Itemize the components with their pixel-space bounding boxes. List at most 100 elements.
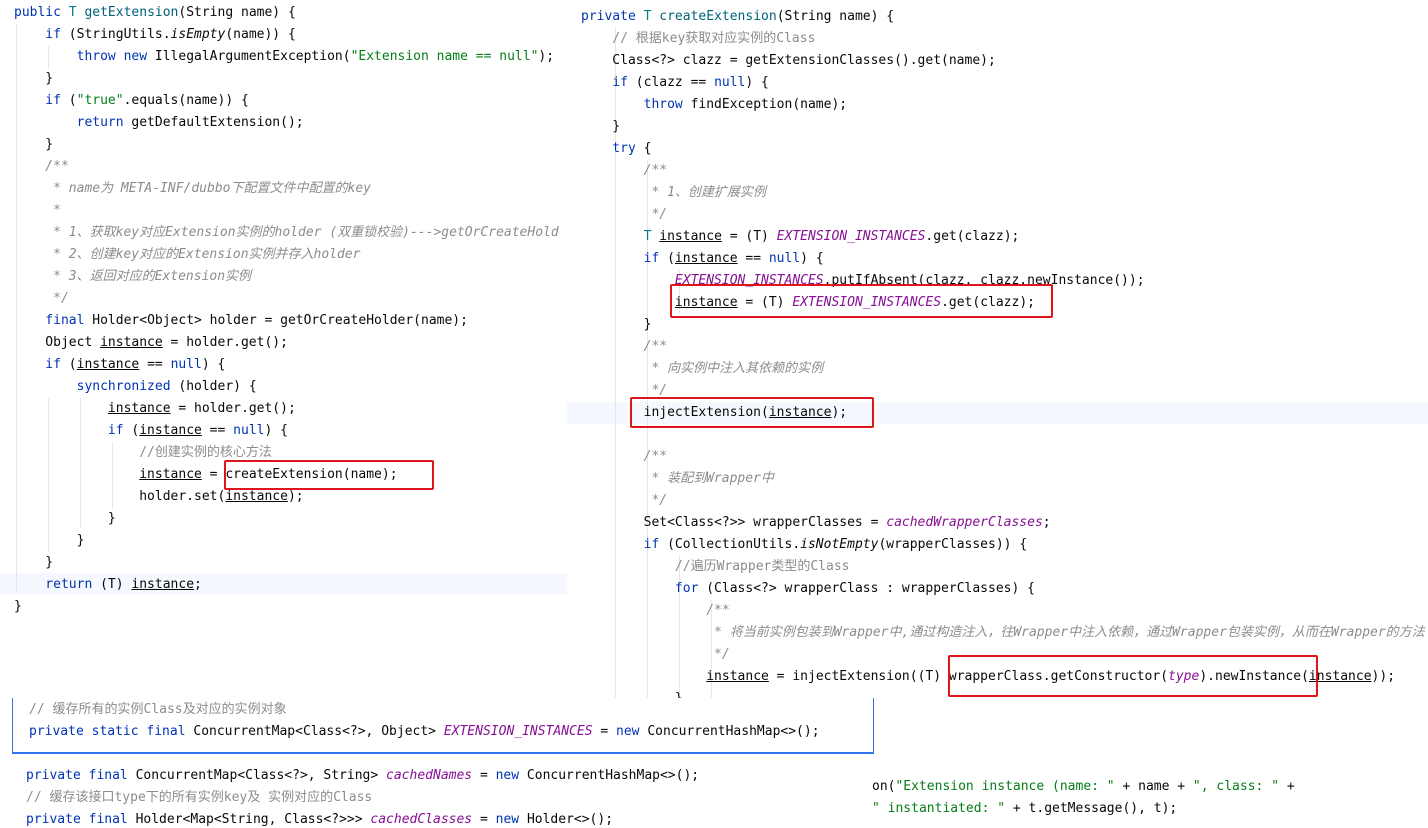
code-line: private static final ConcurrentMap<Class… <box>29 721 820 743</box>
code-token: T <box>643 229 660 244</box>
right-code-panel[interactable]: private T createExtension(String name) {… <box>567 4 1428 700</box>
code-token: * 1、获取key对应Extension实例的holder (双重锁校验)---… <box>14 225 559 240</box>
code-token: * 向实例中注入其依赖的实例 <box>581 361 824 376</box>
code-token: // 缓存该接口type下的所有实例key及 实例对应的Class <box>26 790 373 805</box>
code-token: instance <box>139 423 202 438</box>
code-line: Set<Class<?>> wrapperClasses = cachedWra… <box>581 512 1051 534</box>
code-token: return <box>14 577 101 592</box>
code-line: if (instance == null) { <box>581 248 824 270</box>
code-token: " instantiated: " <box>872 801 1006 816</box>
code-token: // 缓存所有的实例Class及对应的实例对象 <box>29 702 287 717</box>
code-line: throw findException(name); <box>581 94 848 116</box>
code-token: /** <box>14 159 69 174</box>
code-token: instance <box>225 489 288 504</box>
code-token: /** <box>581 449 668 464</box>
code-token: /** <box>581 339 668 354</box>
code-token: if <box>14 357 69 372</box>
code-token: "true" <box>76 93 124 108</box>
code-line: * 1、获取key对应Extension实例的holder (双重锁校验)---… <box>14 222 559 244</box>
code-token: createExtension <box>659 9 777 24</box>
fragment-code: on("Extension instance (name: " + name +… <box>872 776 1428 828</box>
code-line: /** <box>14 156 69 178</box>
code-token: Holder<Map<String, Class<?>>> <box>135 812 371 827</box>
code-token: new <box>616 724 648 739</box>
code-token: null <box>233 423 265 438</box>
fields-popup-panel[interactable]: // 缓存所有的实例Class及对应的实例对象 private static fi… <box>12 698 874 754</box>
code-line: * <box>14 200 61 222</box>
code-token: ", class: " <box>1192 779 1280 794</box>
code-line: */ <box>581 490 667 512</box>
code-token: instance <box>100 335 163 350</box>
code-token: = holder.get(); <box>170 401 296 416</box>
code-line: for (Class<?> wrapperClass : wrapperClas… <box>581 578 1035 600</box>
code-token: (clazz == <box>635 75 715 90</box>
code-line: //遍历Wrapper类型的Class <box>581 556 850 578</box>
code-token: == <box>201 423 234 438</box>
code-line: } <box>581 314 652 336</box>
code-token: ) { <box>800 251 824 266</box>
code-token: (Class<?> wrapperClass : wrapperClasses)… <box>706 581 1035 596</box>
code-line: * 2、创建key对应的Extension实例并存入holder <box>14 244 360 266</box>
code-token: instance <box>107 401 171 416</box>
code-token: EXTENSION_INSTANCES <box>443 724 593 739</box>
code-line: } <box>14 508 116 530</box>
code-token: //创建实例的核心方法 <box>14 445 272 460</box>
code-token: } <box>14 599 22 614</box>
code-line: // 缓存所有的实例Class及对应的实例对象 <box>29 699 287 721</box>
code-line: } <box>581 116 620 138</box>
code-token: ( <box>68 93 77 108</box>
code-token: cachedWrapperClasses <box>886 515 1043 530</box>
code-token: ( <box>667 251 675 266</box>
code-fragment-panel[interactable]: on("Extension instance (name: " + name +… <box>872 775 1428 828</box>
code-line: /** <box>581 160 667 182</box>
code-token: return <box>14 115 132 130</box>
code-line: * 将当前实例包装到Wrapper中,通过构造注入，往Wrapper中注入依赖，… <box>581 622 1425 644</box>
code-token: * <box>14 203 61 218</box>
code-line: */ <box>14 288 69 310</box>
code-line: */ <box>581 644 730 666</box>
code-token: + <box>1279 779 1295 794</box>
code-token: cachedNames <box>386 768 473 783</box>
code-line: * 3、返回对应的Extension实例 <box>14 266 251 288</box>
code-token: "Extension instance (name: " <box>895 779 1115 794</box>
code-line: * 装配到Wrapper中 <box>581 468 774 490</box>
code-token: } <box>581 119 621 134</box>
fields-bottom-panel[interactable]: private final ConcurrentMap<Class<?>, St… <box>12 764 872 828</box>
code-token: "Extension name == null" <box>350 49 539 64</box>
code-token: private final <box>26 812 136 827</box>
code-token: instance <box>674 251 738 266</box>
code-token: (T) <box>100 577 132 592</box>
code-token: .get(clazz); <box>925 229 1020 244</box>
code-line: if (clazz == null) { <box>581 72 769 94</box>
code-token: * 装配到Wrapper中 <box>581 471 774 486</box>
highlight-box-inject-extension <box>630 397 874 428</box>
code-line: throw new IllegalArgumentException("Exte… <box>14 46 554 68</box>
code-token: new <box>495 768 527 783</box>
code-token: */ <box>581 383 668 398</box>
code-token: Set<Class<?>> wrapperClasses = <box>581 515 887 530</box>
code-token: = <box>472 812 496 827</box>
code-token: cachedClasses <box>370 812 473 827</box>
left-code-panel[interactable]: public T getExtension(String name) { if … <box>0 0 567 624</box>
code-token: (wrapperClasses)) { <box>878 537 1028 552</box>
code-line: if (CollectionUtils.isNotEmpty(wrapperCl… <box>581 534 1028 556</box>
code-token: } <box>14 511 116 526</box>
code-token: ConcurrentMap<Class<?>, Object> <box>193 724 444 739</box>
code-line: return getDefaultExtension(); <box>14 112 304 134</box>
code-line: // 缓存该接口type下的所有实例key及 实例对应的Class <box>26 787 372 809</box>
code-token: * 3、返回对应的Extension实例 <box>14 269 252 284</box>
code-token: findException(name); <box>690 97 848 112</box>
code-token: if <box>581 537 668 552</box>
code-token: holder.set( <box>14 489 226 504</box>
code-line: synchronized (holder) { <box>14 376 257 398</box>
code-token: EXTENSION_INSTANCES <box>776 229 926 244</box>
code-token: private <box>581 9 644 24</box>
code-token: ) { <box>745 75 769 90</box>
code-token: /** <box>581 163 668 178</box>
code-token: T <box>643 9 660 24</box>
code-token: if <box>14 423 132 438</box>
code-token: = <box>592 724 617 739</box>
highlight-box-create-extension-call <box>224 460 434 490</box>
code-line: instance = holder.get(); <box>14 398 296 420</box>
